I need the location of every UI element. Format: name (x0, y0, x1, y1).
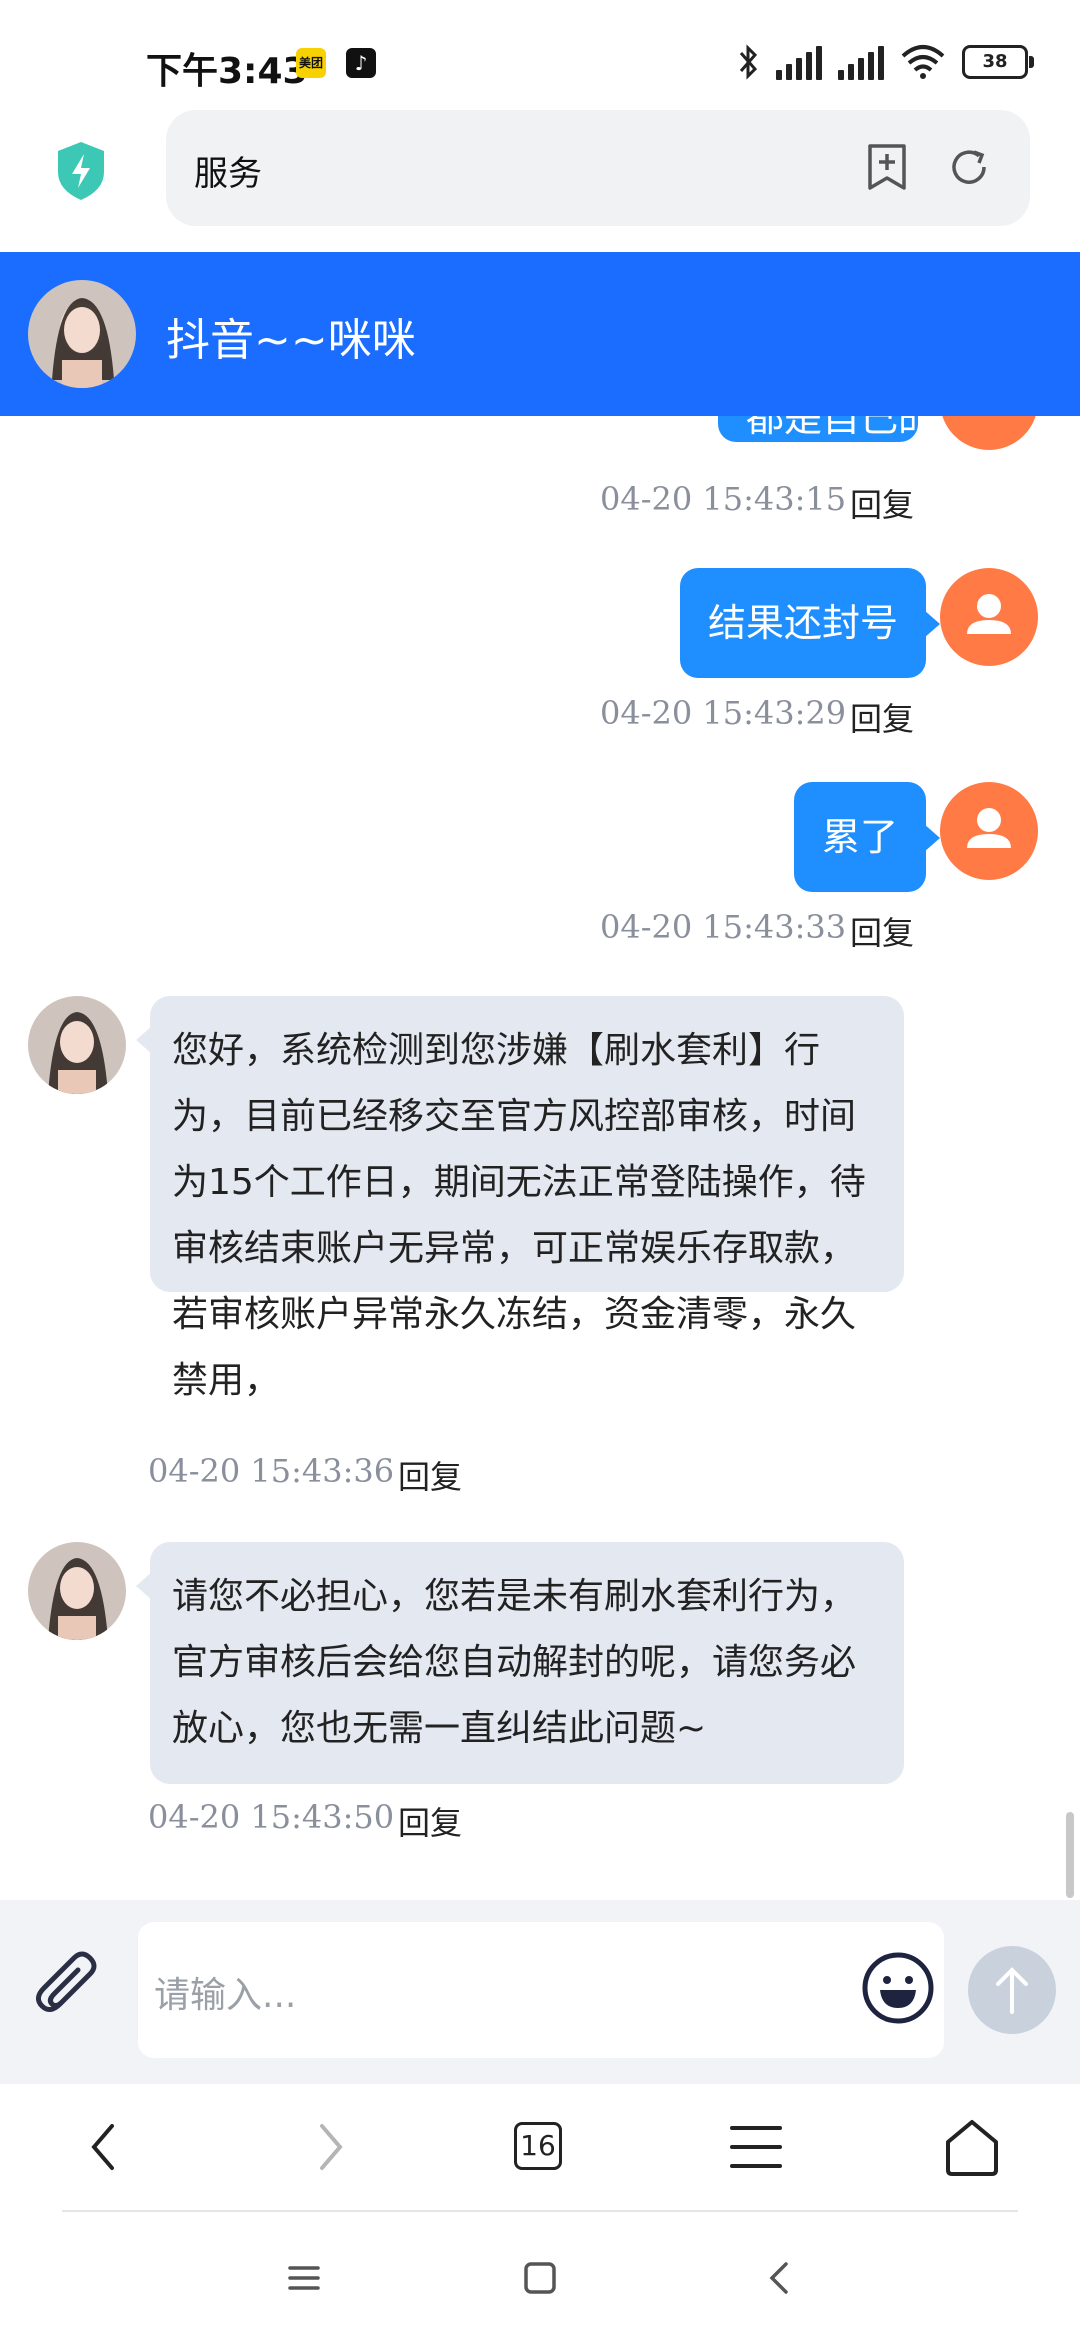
message-list[interactable]: 都是自己的钱还要审核 04-20 15:43:15 回复 结果还封号 04-20… (0, 416, 1080, 1900)
reply-button[interactable]: 回复 (850, 908, 914, 954)
signal-1-icon (776, 44, 822, 80)
user-icon (967, 808, 1011, 848)
emoji-icon[interactable] (860, 1950, 936, 2026)
message-bubble-in[interactable]: 请您不必担心，您若是未有刷水套利行为，官方审核后会给您自动解封的呢，请您务必放心… (136, 1542, 904, 1784)
chat-header: 抖音~~咪咪 (0, 252, 1080, 416)
menu-icon[interactable] (718, 2112, 794, 2182)
address-bar[interactable]: 服务 (166, 110, 1030, 226)
message-text: 结果还封号 (708, 601, 899, 645)
chat-title: 抖音~~咪咪 (166, 315, 416, 366)
message-time: 04-20 15:43:36 (148, 1452, 395, 1490)
composer: 请输入... (0, 1900, 1080, 2084)
message-bubble-out[interactable]: 都是自己的钱还要审核 (718, 416, 918, 442)
browser-bottom-nav: 16 (0, 2084, 1080, 2210)
user-avatar (940, 782, 1038, 880)
battery-icon: 38 (962, 45, 1034, 79)
signal-2-icon (838, 44, 884, 80)
message-bubble-out[interactable]: 累了 (794, 782, 941, 892)
tab-count: 16 (514, 2122, 562, 2170)
meituan-notification-icon: 美团 (296, 48, 326, 78)
arrow-up-icon (996, 1967, 1028, 2014)
back-icon[interactable] (68, 2112, 144, 2182)
reply-button[interactable]: 回复 (850, 694, 914, 740)
send-button[interactable] (968, 1946, 1056, 2034)
reply-button[interactable]: 回复 (398, 1798, 462, 1844)
message-time: 04-20 15:43:15 (600, 480, 847, 518)
message-text: 您好，系统检测到您涉嫌【刷水套利】行为，目前已经移交至官方风控部审核，时间为15… (172, 1030, 866, 1401)
avatar[interactable] (28, 280, 136, 388)
message-text: 请您不必担心，您若是未有刷水套利行为，官方审核后会给您自动解封的呢，请您务必放心… (172, 1576, 857, 1749)
home-icon[interactable] (934, 2112, 1010, 2182)
bookmark-add-icon[interactable] (864, 142, 910, 192)
home-square-icon[interactable] (516, 2254, 564, 2302)
avatar (940, 416, 1038, 450)
bluetooth-icon (739, 44, 758, 80)
user-avatar (940, 568, 1038, 666)
system-back-icon[interactable] (756, 2254, 804, 2302)
message-time: 04-20 15:43:33 (600, 908, 847, 946)
input-placeholder: 请输入... (154, 1975, 297, 2016)
message-text: 累了 (822, 815, 899, 859)
message-bubble-in[interactable]: 您好，系统检测到您涉嫌【刷水套利】行为，目前已经移交至官方风控部审核，时间为15… (136, 996, 904, 1401)
message-time: 04-20 15:43:29 (600, 694, 847, 732)
refresh-icon[interactable] (946, 144, 992, 190)
scrollbar[interactable] (1066, 1812, 1074, 1898)
message-bubble-out[interactable]: 结果还封号 (680, 568, 941, 678)
tabs-button[interactable]: 16 (502, 2112, 578, 2182)
recent-apps-icon[interactable] (280, 2254, 328, 2302)
message-time: 04-20 15:43:50 (148, 1798, 395, 1836)
shield-icon[interactable] (54, 140, 108, 202)
agent-avatar (28, 996, 126, 1094)
status-time: 下午3:43 (146, 51, 308, 92)
status-icons: 38 (738, 38, 1034, 86)
forward-icon[interactable] (290, 2112, 366, 2182)
status-bar: 下午3:43 美团 ♪ 38 (0, 0, 1080, 112)
address-text[interactable]: 服务 (194, 146, 262, 195)
attachment-icon[interactable] (30, 1950, 106, 2026)
tiktok-icon: ♪ (346, 48, 376, 78)
wifi-icon (901, 45, 945, 79)
agent-avatar (28, 1542, 126, 1640)
reply-button[interactable]: 回复 (850, 480, 914, 526)
reply-button[interactable]: 回复 (398, 1452, 462, 1498)
message-input[interactable]: 请输入... (138, 1922, 944, 2058)
user-icon (967, 594, 1011, 634)
system-nav-bar (0, 2212, 1080, 2340)
message-text: 都是自己的钱还要审核 (746, 416, 918, 440)
